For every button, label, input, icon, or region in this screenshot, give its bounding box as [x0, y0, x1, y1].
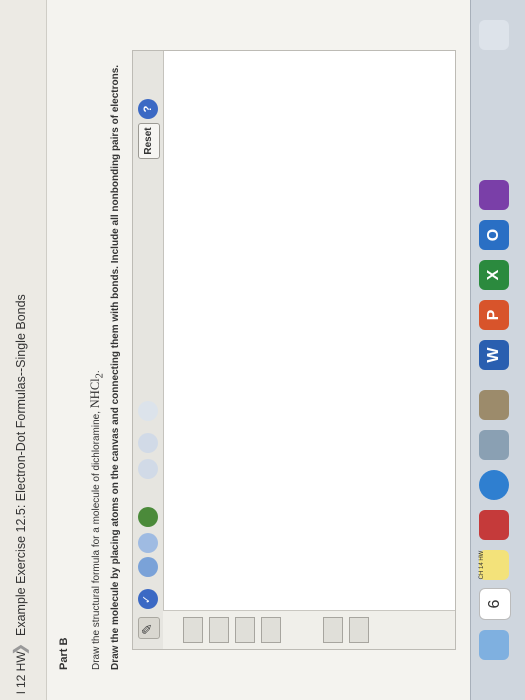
part-title: Part B — [58, 637, 70, 670]
formula-subscript: 2 — [94, 373, 106, 379]
formula-main: NHCl — [88, 378, 102, 409]
mail-icon[interactable] — [479, 430, 509, 460]
instruction-period: . — [91, 370, 102, 374]
help-button[interactable]: ? — [138, 99, 158, 119]
photos-icon[interactable] — [479, 510, 509, 540]
drawing-toolbar: Reset ? — [133, 51, 164, 649]
breadcrumb-separator-icon: ❯ — [12, 642, 29, 656]
breadcrumb-exercise-title: Example Exercise 12.5: Electron-Dot Form… — [14, 294, 28, 636]
check-icon[interactable] — [138, 589, 158, 609]
browser-window: l 12 HW ❯ Example Exercise 12.5: Electro… — [0, 0, 525, 700]
pencil-icon[interactable] — [138, 617, 160, 639]
instruction-drawing: Draw the molecule by placing atoms on th… — [110, 64, 121, 670]
refresh-icon[interactable] — [138, 401, 158, 421]
breadcrumb-assignment-link[interactable]: l 12 HW — [14, 651, 28, 694]
atom-palette — [163, 610, 455, 649]
undo-icon[interactable] — [138, 459, 158, 479]
calendar-icon[interactable]: 6 — [479, 588, 511, 620]
instruction-formula: Draw the structural formula for a molecu… — [88, 370, 106, 670]
zoom-in-icon[interactable] — [138, 557, 158, 577]
outlook-icon[interactable]: O — [479, 220, 509, 250]
double-bond-tool[interactable] — [209, 617, 229, 643]
zoom-out-icon[interactable] — [138, 533, 158, 553]
breadcrumb: l 12 HW ❯ Example Exercise 12.5: Electro… — [0, 0, 47, 700]
onenote-icon[interactable] — [479, 180, 509, 210]
trash-icon[interactable] — [479, 20, 509, 50]
app-dock: 6 CH 14 HW W P X O — [470, 0, 525, 700]
zoom-fit-icon[interactable] — [138, 507, 158, 527]
triple-bond-tool[interactable] — [235, 617, 255, 643]
itunes-icon[interactable] — [479, 470, 509, 500]
single-bond-tool[interactable] — [183, 617, 203, 643]
redo-icon[interactable] — [138, 433, 158, 453]
excel-icon[interactable]: X — [479, 260, 509, 290]
instruction-text: Draw the structural formula for a molecu… — [91, 411, 102, 670]
finder-icon[interactable] — [479, 630, 509, 660]
electron-pair-tool[interactable] — [349, 617, 369, 643]
drawing-canvas[interactable]: Reset ? — [132, 50, 456, 650]
notes-icon[interactable]: CH 14 HW — [479, 550, 509, 580]
word-icon[interactable]: W — [479, 340, 509, 370]
powerpoint-icon[interactable]: P — [479, 300, 509, 330]
lone-pair-tool[interactable] — [261, 617, 281, 643]
skype-icon[interactable] — [479, 390, 509, 420]
chemical-formula: NHCl2 — [88, 373, 106, 409]
reset-button[interactable]: Reset — [138, 123, 160, 159]
electron-dot-tool[interactable] — [323, 617, 343, 643]
